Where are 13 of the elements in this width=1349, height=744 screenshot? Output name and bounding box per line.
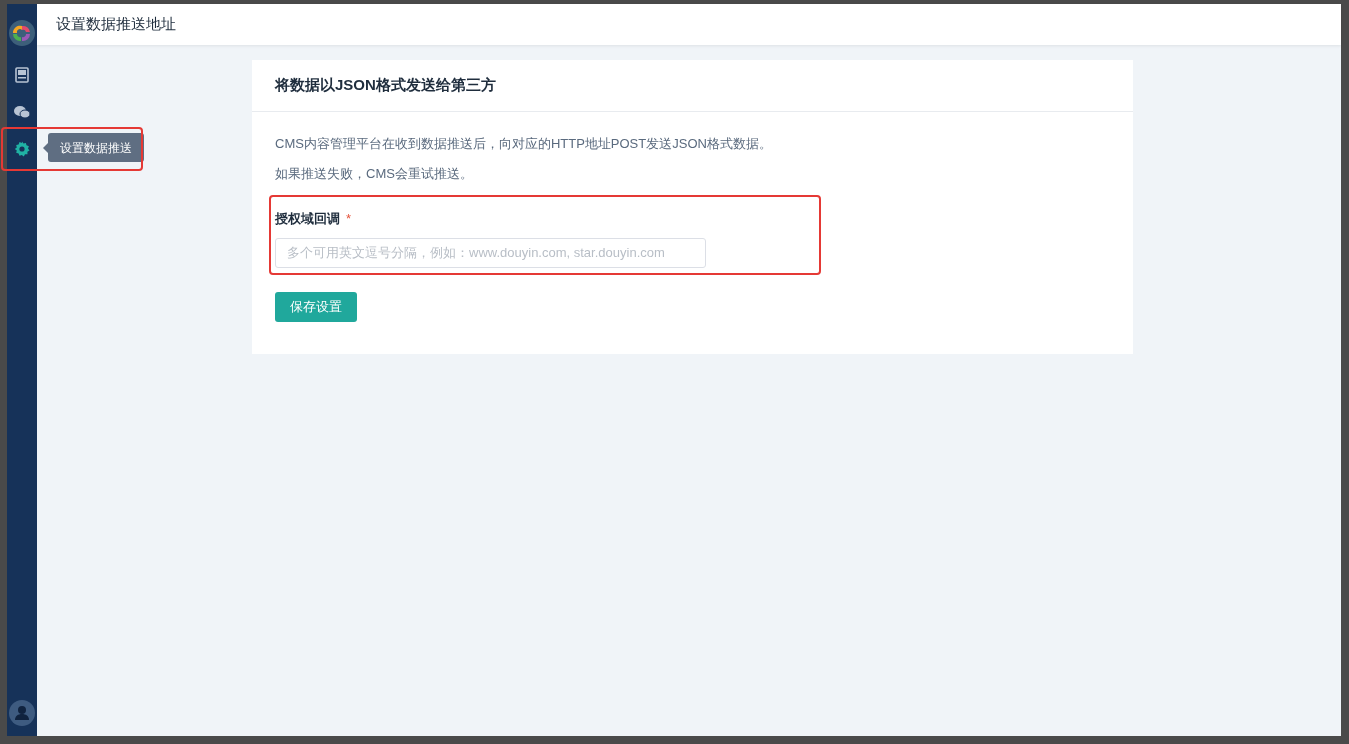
chat-bubbles-icon[interactable] [13, 103, 31, 121]
field-label: 授权域回调 [275, 210, 340, 228]
page-title: 设置数据推送地址 [56, 14, 176, 35]
required-mark: * [346, 210, 352, 228]
tooltip: 设置数据推送 [48, 133, 144, 162]
description-text: CMS内容管理平台在收到数据推送后，向对应的HTTP地址POST发送JSON格式数据。 [275, 135, 773, 153]
description-text: 如果推送失败，CMS会重试推送。 [275, 164, 474, 183]
image-icon[interactable] [13, 66, 31, 84]
logo-icon [9, 20, 35, 46]
domain-input-field[interactable]: 多个可用英文逗号分隔，例如：www.douyin.com, star.douyin.com [275, 237, 706, 268]
save-settings-button[interactable]: 保存设置 [275, 291, 357, 322]
card-title: 将数据以JSON格式发送给第三方 [275, 75, 496, 96]
settings-icon[interactable] [13, 140, 31, 158]
